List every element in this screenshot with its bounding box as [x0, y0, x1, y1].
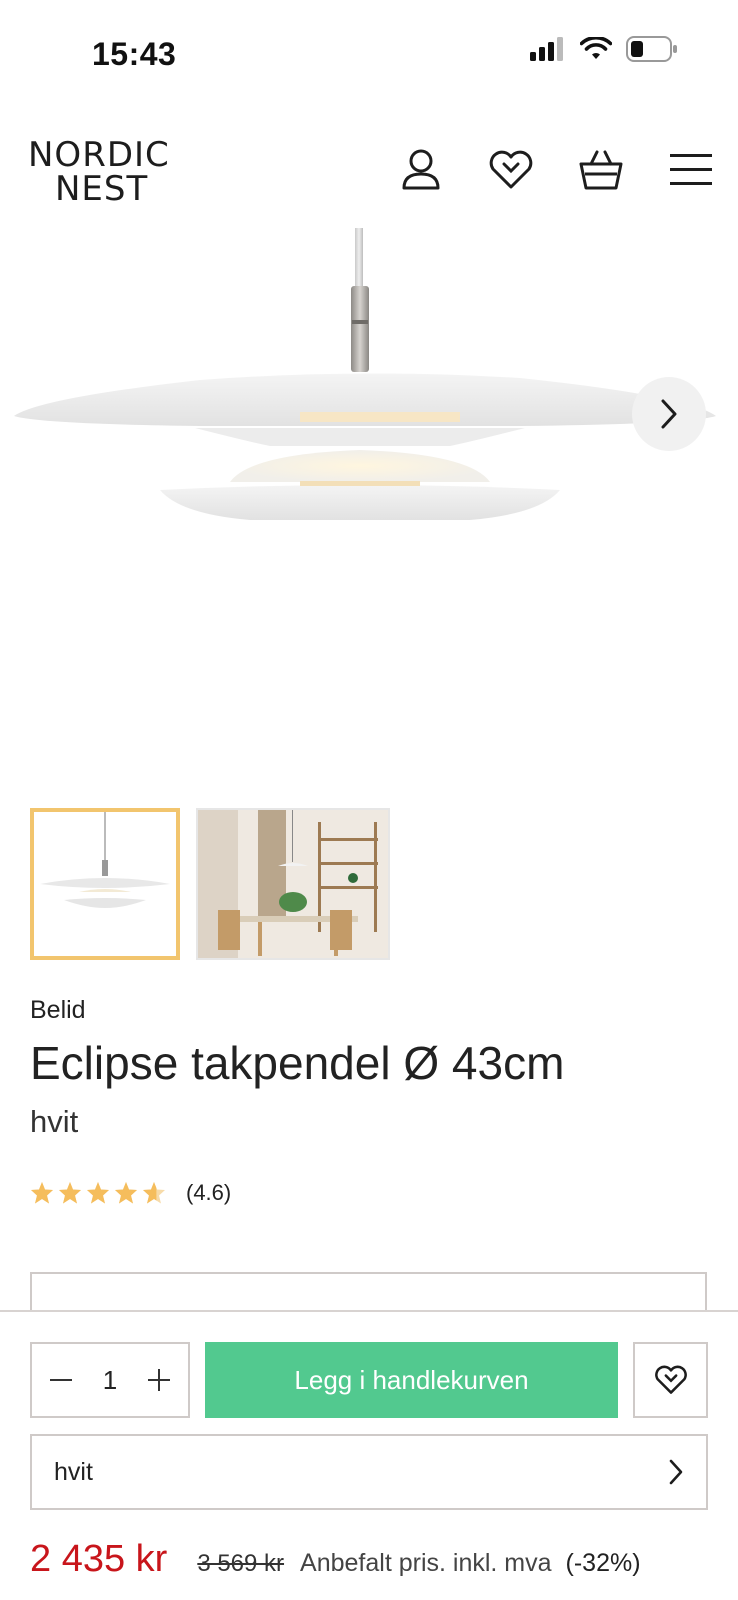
price-row: 2 435 kr 3 569 kr Anbefalt pris. inkl. m…	[30, 1538, 720, 1581]
account-button[interactable]	[396, 146, 446, 194]
menu-button[interactable]	[666, 146, 716, 194]
price-note: Anbefalt pris. inkl. mva	[300, 1549, 552, 1577]
star-icon	[31, 1182, 53, 1204]
menu-icon	[670, 154, 712, 185]
quantity-increase-button[interactable]	[144, 1365, 174, 1395]
pendant-lamp-thumbnail	[40, 812, 170, 908]
purchase-panel: 1 Legg i handlekurven hvit 2 435 kr 3 56…	[0, 1310, 738, 1600]
chevron-right-icon	[661, 399, 677, 429]
rating-value: (4.6)	[186, 1180, 232, 1205]
wifi-icon	[580, 37, 612, 59]
logo-line-2: NEST	[55, 169, 149, 209]
star-icon	[143, 1182, 165, 1204]
variant-select[interactable]: hvit	[30, 1434, 708, 1510]
add-to-wishlist-button[interactable]	[633, 1342, 708, 1418]
status-bar: 15:43	[0, 0, 738, 100]
star-icon	[115, 1182, 137, 1204]
wishlist-button[interactable]	[486, 146, 536, 194]
dining-room-thumbnail	[198, 810, 388, 958]
nordic-nest-logo[interactable]: NORDIC NEST	[28, 138, 178, 206]
variant-selector-partial[interactable]	[30, 1272, 707, 1312]
discount-percent: (-32%)	[565, 1549, 641, 1577]
product-variant: hvit	[30, 1104, 79, 1139]
cellular-signal-icon	[530, 37, 563, 61]
quantity-stepper: 1	[30, 1342, 190, 1418]
thumbnail-dining-room[interactable]	[196, 808, 390, 960]
add-to-cart-button[interactable]: Legg i handlekurven	[205, 1342, 618, 1418]
basket-icon	[579, 150, 623, 190]
battery-icon	[626, 36, 677, 62]
wishlist-heart-icon	[654, 1365, 687, 1394]
basket-button[interactable]	[576, 146, 626, 194]
variant-select-value: hvit	[54, 1457, 93, 1486]
current-price: 2 435 kr	[30, 1538, 168, 1580]
chevron-right-icon	[669, 1459, 683, 1485]
star-icon	[59, 1182, 81, 1204]
user-icon	[402, 149, 440, 190]
quantity-decrease-button[interactable]	[46, 1365, 76, 1395]
gallery-thumbnails	[30, 808, 390, 960]
site-header: NORDIC NEST	[0, 120, 738, 220]
product-image-gallery[interactable]	[0, 228, 738, 780]
product-rating[interactable]: (4.6)	[30, 1180, 231, 1206]
star-icon	[87, 1182, 109, 1204]
wishlist-heart-icon	[489, 150, 533, 189]
plus-icon	[148, 1369, 170, 1391]
header-actions	[396, 146, 716, 194]
rating-stars	[30, 1181, 166, 1205]
status-icons	[530, 36, 678, 62]
quantity-value[interactable]: 1	[103, 1365, 117, 1396]
product-title: Eclipse takpendel Ø 43cm	[30, 1037, 565, 1089]
thumbnail-product[interactable]	[30, 808, 180, 960]
status-time: 15:43	[92, 36, 177, 72]
logo-line-1: NORDIC	[28, 135, 170, 175]
gallery-next-button[interactable]	[632, 377, 706, 451]
original-price: 3 569 kr	[197, 1550, 285, 1577]
pendant-lamp-image	[14, 228, 716, 520]
product-brand[interactable]: Belid	[30, 996, 86, 1025]
minus-icon	[50, 1379, 72, 1381]
